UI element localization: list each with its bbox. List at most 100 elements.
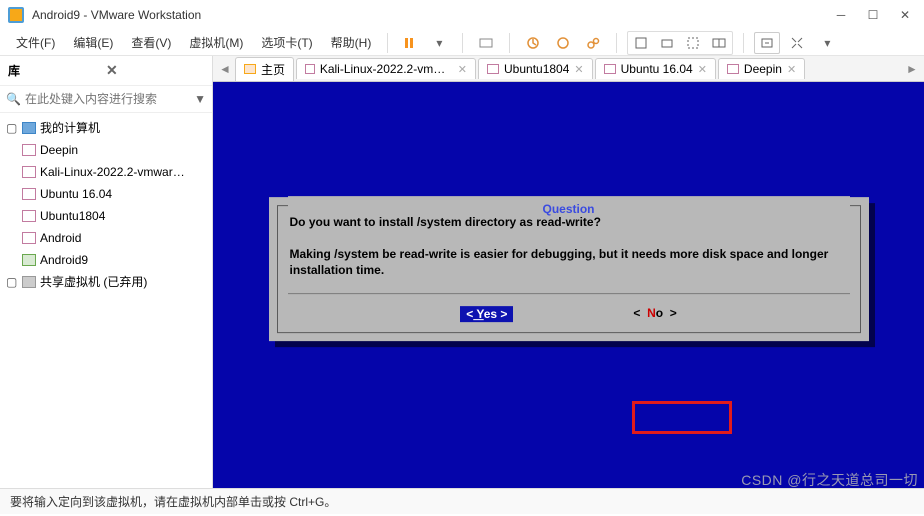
vm-tree: ▢ 我的计算机 Deepin Kali-Linux-2022.2-vmware-… (0, 113, 212, 488)
toolbar-dropdown-2[interactable]: ▾ (814, 32, 840, 54)
dialog-title: Question (538, 202, 598, 216)
vm-icon (305, 64, 315, 74)
search-dropdown-icon[interactable]: ▼ (194, 92, 206, 106)
tab-label: Ubuntu1804 (504, 62, 569, 76)
separator (616, 33, 617, 53)
menu-file[interactable]: 文件(F) (8, 31, 63, 54)
snapshot-button[interactable] (520, 32, 546, 54)
tree-item-ubuntu1804[interactable]: Ubuntu1804 (0, 205, 212, 227)
tree-item-android9[interactable]: Android9 (0, 249, 212, 271)
dialog-separator (288, 293, 850, 294)
dialog-title-bar: Question (288, 196, 850, 210)
stretch-button[interactable] (784, 32, 810, 54)
view-console-button[interactable] (654, 32, 680, 54)
library-header: 库 (8, 62, 106, 79)
tab-kali[interactable]: Kali-Linux-2022.2-vmware-am... ✕ (296, 58, 476, 79)
maximize-button[interactable]: ☐ (866, 8, 880, 22)
tree-label: Android9 (40, 251, 88, 269)
tree-shared-vms[interactable]: ▢ 共享虚拟机 (已弃用) (0, 271, 212, 293)
separator (743, 33, 744, 53)
tab-label: Kali-Linux-2022.2-vmware-am... (320, 62, 453, 76)
vm-icon (22, 166, 36, 178)
toolbar-dropdown[interactable]: ▾ (426, 32, 452, 54)
fullscreen-button[interactable] (754, 32, 780, 54)
menu-vm[interactable]: 虚拟机(M) (181, 31, 251, 54)
tree-label: Ubuntu1804 (40, 207, 105, 225)
vm-icon (22, 188, 36, 200)
library-sidebar: 库 ✕ 🔍 ▼ ▢ 我的计算机 Deepin Kali-Linux-2022.2… (0, 56, 213, 488)
separator (387, 33, 388, 53)
tab-scroll-left[interactable]: ◄ (217, 62, 233, 76)
home-icon (244, 64, 256, 74)
search-icon: 🔍 (6, 92, 21, 106)
computer-icon (22, 122, 36, 134)
minimize-button[interactable]: ─ (834, 8, 848, 22)
status-text: 要将输入定向到该虚拟机，请在虚拟机内部单击或按 Ctrl+G。 (10, 493, 336, 510)
tree-root-mycomputer[interactable]: ▢ 我的计算机 (0, 117, 212, 139)
view-thumbnail-button[interactable] (680, 32, 706, 54)
tree-label: 我的计算机 (40, 119, 100, 137)
vm-console[interactable]: Question Do you want to install /system … (213, 82, 924, 488)
snapshot-revert-button[interactable] (580, 32, 606, 54)
tab-label: Deepin (744, 62, 782, 76)
dialog-text-2: Making /system be read-write is easier f… (290, 246, 848, 278)
tab-home[interactable]: 主页 (235, 57, 294, 81)
library-close-button[interactable]: ✕ (106, 62, 204, 79)
search-input[interactable] (25, 92, 190, 106)
collapse-icon[interactable]: ▢ (6, 273, 18, 291)
tree-label: Ubuntu 16.04 (40, 185, 112, 203)
title-bar: Android9 - VMware Workstation ─ ☐ ✕ (0, 0, 924, 30)
tab-label: 主页 (261, 61, 285, 78)
dialog-yes-button[interactable]: < Yes > (460, 306, 513, 322)
dialog-no-button[interactable]: < No > (633, 306, 676, 322)
tab-close-icon[interactable]: ✕ (574, 63, 583, 76)
tab-label: Ubuntu 16.04 (621, 62, 693, 76)
suspend-button[interactable] (396, 32, 422, 54)
send-keys-button[interactable] (473, 32, 499, 54)
vm-icon (22, 144, 36, 156)
collapse-icon[interactable]: ▢ (6, 119, 18, 137)
vm-icon (487, 64, 499, 74)
tab-ubuntu1604[interactable]: Ubuntu 16.04 ✕ (595, 58, 716, 79)
vm-icon (727, 64, 739, 74)
window-title: Android9 - VMware Workstation (32, 8, 834, 22)
tree-item-kali[interactable]: Kali-Linux-2022.2-vmware-amd64 (0, 161, 212, 183)
tab-close-icon[interactable]: ✕ (787, 63, 796, 76)
close-button[interactable]: ✕ (898, 8, 912, 22)
separator (462, 33, 463, 53)
tab-scroll-right[interactable]: ► (904, 62, 920, 76)
shared-icon (22, 276, 36, 288)
view-unity-button[interactable] (706, 32, 732, 54)
install-dialog: Question Do you want to install /system … (269, 197, 869, 341)
watermark: CSDN @行之天道总司一切 (741, 470, 918, 490)
tab-strip: ◄ 主页 Kali-Linux-2022.2-vmware-am... ✕ Ubu… (213, 56, 924, 82)
tree-label: Kali-Linux-2022.2-vmware-amd64 (40, 163, 190, 181)
tab-deepin[interactable]: Deepin ✕ (718, 58, 805, 79)
menu-view[interactable]: 查看(V) (123, 31, 179, 54)
snapshot-manager-button[interactable] (550, 32, 576, 54)
dialog-text-1: Do you want to install /system directory… (290, 214, 848, 230)
vm-icon (22, 232, 36, 244)
menu-edit[interactable]: 编辑(E) (65, 31, 121, 54)
tree-item-android[interactable]: Android (0, 227, 212, 249)
menu-help[interactable]: 帮助(H) (323, 31, 380, 54)
status-bar: 要将输入定向到该虚拟机，请在虚拟机内部单击或按 Ctrl+G。 (0, 488, 924, 514)
menu-tabs[interactable]: 选项卡(T) (253, 31, 320, 54)
vm-running-icon (22, 254, 36, 266)
separator (509, 33, 510, 53)
annotation-highlight (632, 401, 732, 434)
tab-close-icon[interactable]: ✕ (458, 63, 467, 76)
vm-icon (22, 210, 36, 222)
main-area: ◄ 主页 Kali-Linux-2022.2-vmware-am... ✕ Ubu… (213, 56, 924, 488)
view-single-button[interactable] (628, 32, 654, 54)
tab-close-icon[interactable]: ✕ (698, 63, 707, 76)
app-icon (8, 7, 24, 23)
menu-bar: 文件(F) 编辑(E) 查看(V) 虚拟机(M) 选项卡(T) 帮助(H) ▾ … (0, 30, 924, 56)
vm-icon (604, 64, 616, 74)
tree-item-deepin[interactable]: Deepin (0, 139, 212, 161)
tree-label: 共享虚拟机 (已弃用) (40, 273, 147, 291)
tree-label: Android (40, 229, 81, 247)
tree-item-ubuntu1604[interactable]: Ubuntu 16.04 (0, 183, 212, 205)
tree-label: Deepin (40, 141, 78, 159)
tab-ubuntu1804[interactable]: Ubuntu1804 ✕ (478, 58, 593, 79)
